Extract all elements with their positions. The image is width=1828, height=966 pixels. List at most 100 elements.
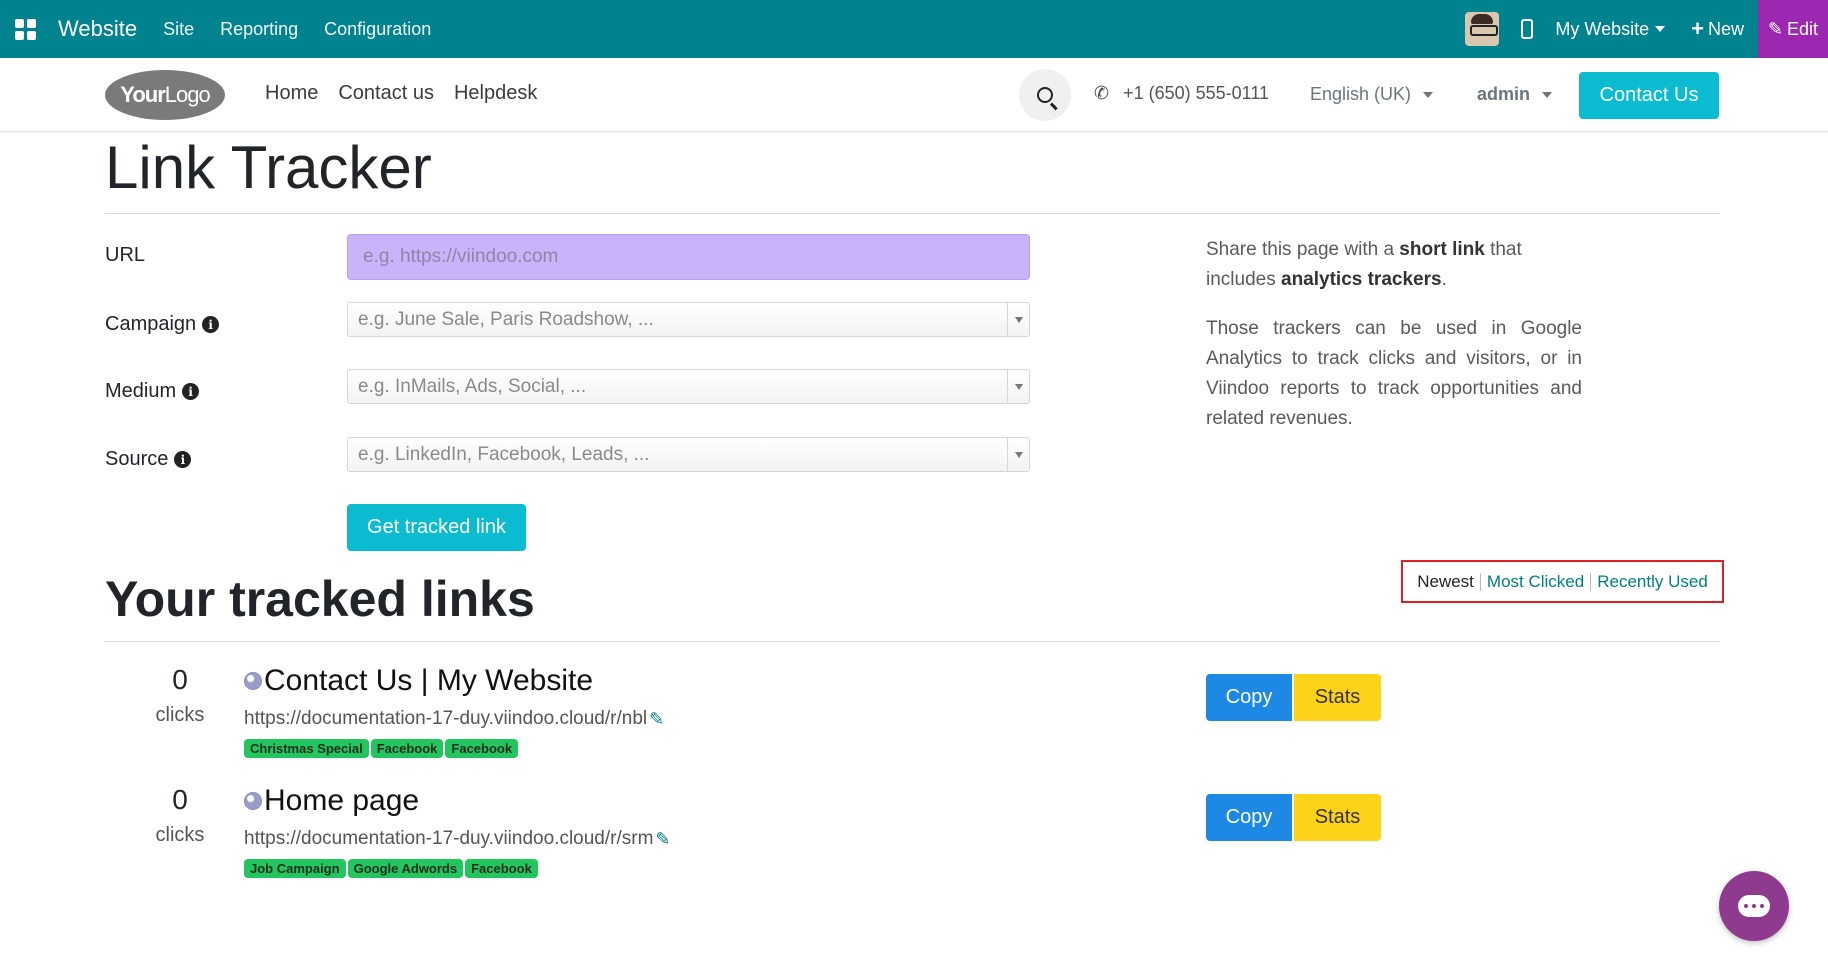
click-count-number: 0 bbox=[172, 664, 188, 695]
medium-label-text: Medium bbox=[105, 380, 177, 402]
short-url-text: https://documentation-17-duy.viindoo.clo… bbox=[244, 708, 648, 729]
sort-most-clicked[interactable]: Most Clicked bbox=[1481, 572, 1590, 592]
link-tags: Christmas Special Facebook Facebook bbox=[244, 739, 519, 758]
search-icon bbox=[1037, 87, 1053, 103]
contact-us-button[interactable]: Contact Us bbox=[1579, 72, 1719, 119]
link-title-text: Contact Us | My Website bbox=[264, 664, 594, 697]
dropdown-arrow-icon[interactable] bbox=[1007, 370, 1029, 403]
chevron-down-icon bbox=[1542, 91, 1553, 98]
campaign-label-text: Campaign bbox=[105, 313, 197, 335]
source-label: Source i bbox=[105, 448, 192, 471]
medium-placeholder: e.g. InMails, Ads, Social, ... bbox=[358, 375, 587, 397]
nav-contact-us[interactable]: Contact us bbox=[338, 82, 434, 105]
tracked-links-title: Your tracked links bbox=[105, 571, 535, 627]
new-content-button[interactable]: + New bbox=[1691, 16, 1744, 42]
source-label-text: Source bbox=[105, 448, 169, 470]
click-count-unit: clicks bbox=[155, 824, 205, 846]
campaign-select[interactable]: e.g. June Sale, Paris Roadshow, ... bbox=[347, 302, 1030, 337]
title-divider bbox=[105, 213, 1720, 214]
tag-badge: Google Adwords bbox=[347, 859, 464, 878]
phone-contact[interactable]: ✆ +1 (650) 555-0111 bbox=[1094, 83, 1269, 104]
short-url: https://documentation-17-duy.viindoo.clo… bbox=[244, 708, 664, 730]
info-icon[interactable]: i bbox=[174, 451, 192, 468]
tracked-divider bbox=[105, 641, 1720, 642]
share-text-analytics: analytics trackers bbox=[1281, 269, 1442, 290]
pencil-icon[interactable]: ✎ bbox=[655, 829, 670, 850]
tracked-link-row: 0 clicks Home page https://documentation… bbox=[105, 784, 1505, 894]
stats-button[interactable]: Stats bbox=[1294, 794, 1381, 841]
mobile-preview-icon[interactable] bbox=[1521, 19, 1534, 39]
short-url-text: https://documentation-17-duy.viindoo.clo… bbox=[244, 828, 654, 849]
chat-icon bbox=[1738, 895, 1770, 917]
tag-badge: Job Campaign bbox=[244, 859, 346, 878]
globe-icon bbox=[244, 792, 262, 810]
medium-label: Medium i bbox=[105, 380, 200, 403]
menu-configuration[interactable]: Configuration bbox=[324, 19, 431, 40]
click-count: 0 clicks bbox=[145, 664, 215, 727]
pencil-icon[interactable]: ✎ bbox=[649, 709, 664, 730]
admin-topbar: Website Site Reporting Configuration My … bbox=[0, 0, 1828, 58]
user-menu[interactable]: admin bbox=[1477, 84, 1553, 105]
share-text-short-link: short link bbox=[1399, 239, 1485, 260]
link-tags: Job Campaign Google Adwords Facebook bbox=[244, 859, 538, 878]
get-tracked-link-button[interactable]: Get tracked link bbox=[347, 504, 526, 551]
link-title-text: Home page bbox=[264, 784, 420, 817]
apps-grid-icon bbox=[14, 18, 36, 40]
click-count: 0 clicks bbox=[145, 784, 215, 847]
website-switcher[interactable]: My Website bbox=[1555, 19, 1666, 40]
link-title[interactable]: Contact Us | My Website bbox=[244, 664, 593, 698]
info-icon[interactable]: i bbox=[182, 383, 200, 400]
phone-number: +1 (650) 555-0111 bbox=[1123, 83, 1270, 103]
logo-text-thin: Logo bbox=[164, 82, 211, 107]
tag-badge: Facebook bbox=[370, 739, 444, 758]
website-header: Your Logo Home Contact us Helpdesk ✆ +1 (… bbox=[0, 58, 1828, 132]
edit-page-label: Edit bbox=[1787, 18, 1819, 39]
site-logo[interactable]: Your Logo bbox=[105, 70, 225, 120]
globe-icon bbox=[244, 672, 262, 690]
search-button[interactable] bbox=[1019, 69, 1071, 121]
share-paragraph-2: Those trackers can be used in Google Ana… bbox=[1206, 318, 1582, 429]
nav-home[interactable]: Home bbox=[265, 82, 318, 105]
sort-recently-used[interactable]: Recently Used bbox=[1591, 572, 1714, 592]
site-nav: Home Contact us Helpdesk bbox=[265, 82, 537, 105]
campaign-placeholder: e.g. June Sale, Paris Roadshow, ... bbox=[358, 308, 654, 330]
new-content-label: New bbox=[1707, 18, 1744, 39]
user-menu-label: admin bbox=[1477, 84, 1531, 104]
nav-helpdesk[interactable]: Helpdesk bbox=[454, 82, 537, 105]
chevron-down-icon bbox=[1423, 91, 1434, 98]
url-input[interactable]: e.g. https://viindoo.com bbox=[347, 234, 1030, 280]
menu-site[interactable]: Site bbox=[163, 19, 194, 40]
share-text-e: . bbox=[1441, 269, 1447, 290]
sort-newest[interactable]: Newest bbox=[1411, 572, 1480, 592]
tag-badge: Facebook bbox=[465, 859, 538, 878]
campaign-label: Campaign i bbox=[105, 313, 220, 336]
share-paragraph-1: Share this page with a short link that i… bbox=[1206, 235, 1582, 295]
app-brand[interactable]: Website bbox=[58, 16, 137, 42]
medium-select[interactable]: e.g. InMails, Ads, Social, ... bbox=[347, 369, 1030, 404]
stats-button[interactable]: Stats bbox=[1294, 674, 1381, 721]
edit-page-button[interactable]: ✎ Edit bbox=[1758, 0, 1828, 58]
copy-button[interactable]: Copy bbox=[1206, 794, 1292, 841]
dropdown-arrow-icon[interactable] bbox=[1007, 438, 1029, 471]
tag-badge: Christmas Special bbox=[244, 739, 369, 758]
language-label: English (UK) bbox=[1310, 84, 1412, 104]
page-title: Link Tracker bbox=[105, 134, 432, 201]
source-placeholder: e.g. LinkedIn, Facebook, Leads, ... bbox=[358, 443, 650, 465]
share-text-a: Share this page with a bbox=[1206, 239, 1400, 260]
info-icon[interactable]: i bbox=[202, 316, 220, 333]
copy-button[interactable]: Copy bbox=[1206, 674, 1292, 721]
language-selector[interactable]: English (UK) bbox=[1310, 84, 1434, 105]
dropdown-arrow-icon[interactable] bbox=[1007, 303, 1029, 336]
apps-menu-button[interactable] bbox=[0, 18, 50, 40]
user-avatar[interactable] bbox=[1465, 12, 1500, 46]
share-description: Share this page with a short link that i… bbox=[1206, 235, 1582, 453]
url-label: URL bbox=[105, 244, 145, 267]
click-count-number: 0 bbox=[172, 784, 188, 815]
link-title[interactable]: Home page bbox=[244, 784, 419, 818]
source-select[interactable]: e.g. LinkedIn, Facebook, Leads, ... bbox=[347, 437, 1030, 472]
url-label-text: URL bbox=[105, 244, 146, 266]
plus-icon: + bbox=[1691, 16, 1704, 41]
menu-reporting[interactable]: Reporting bbox=[220, 19, 298, 40]
live-chat-button[interactable] bbox=[1719, 871, 1789, 941]
chevron-down-icon bbox=[1655, 26, 1666, 32]
